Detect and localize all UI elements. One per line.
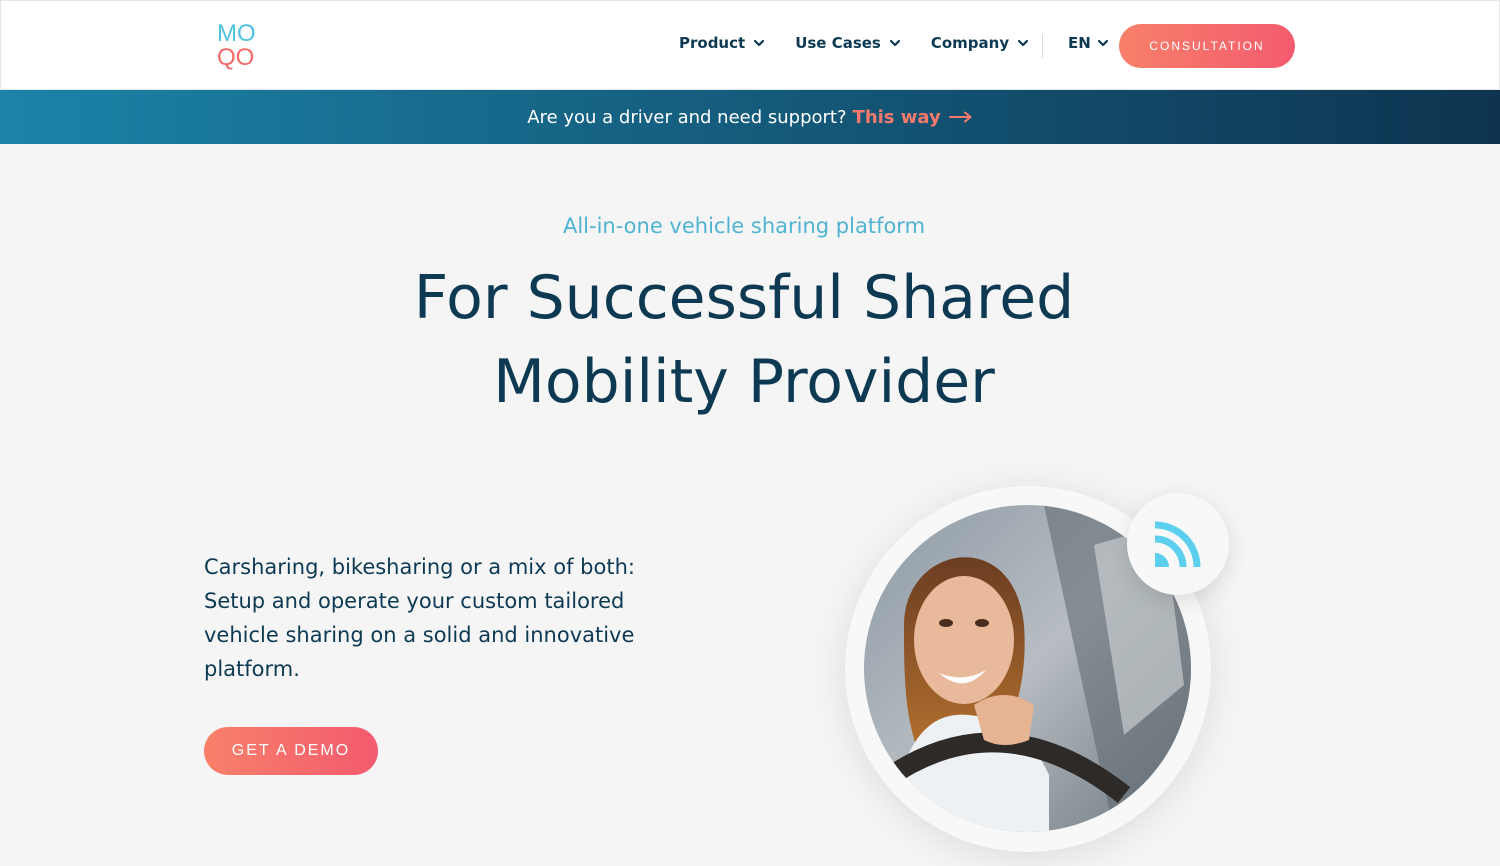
nav-item-label: Use Cases: [795, 34, 881, 52]
moqo-logo[interactable]: MO QO: [217, 22, 263, 72]
arrow-right-icon: [948, 111, 972, 123]
chevron-down-icon: [1018, 39, 1029, 47]
headline-line-1: For Successful Shared: [413, 263, 1075, 333]
logo-line-1: MO: [217, 20, 256, 47]
headline-line-2: Mobility Provider: [493, 347, 995, 417]
get-demo-button[interactable]: GET A DEMO: [204, 727, 378, 775]
chevron-down-icon: [754, 39, 765, 47]
nav-divider: [1042, 34, 1043, 58]
consultation-button[interactable]: CONSULTATION: [1119, 24, 1295, 68]
hero-description: Carsharing, bikesharing or a mix of both…: [204, 555, 635, 681]
driver-support-banner: Are you a driver and need support? This …: [0, 90, 1500, 144]
nav-item-product[interactable]: Product: [679, 34, 765, 52]
banner-text: Are you a driver and need support?: [527, 106, 847, 128]
language-label: EN: [1068, 34, 1091, 52]
banner-link-label: This way: [852, 106, 941, 128]
connectivity-badge: [1127, 493, 1229, 595]
hero-headline: For Successful Shared Mobility Provider: [0, 256, 1488, 424]
banner-link[interactable]: This way: [853, 107, 973, 128]
logo-line-2: QO: [217, 44, 255, 71]
nav-item-label: Company: [930, 34, 1010, 52]
chevron-down-icon: [1097, 39, 1108, 47]
nav-item-company[interactable]: Company: [931, 34, 1029, 52]
chevron-down-icon: [889, 39, 900, 47]
hero-kicker: All-in-one vehicle sharing platform: [562, 214, 926, 238]
language-selector[interactable]: EN: [1068, 34, 1109, 52]
main-nav: Product Use Cases Company: [679, 34, 1059, 52]
nav-item-label: Product: [679, 34, 746, 52]
nav-item-use-cases[interactable]: Use Cases: [795, 34, 901, 52]
site-header: MO QO Product Use Cases Company EN CONSU…: [0, 0, 1500, 90]
wireless-signal-icon: [1154, 521, 1201, 568]
